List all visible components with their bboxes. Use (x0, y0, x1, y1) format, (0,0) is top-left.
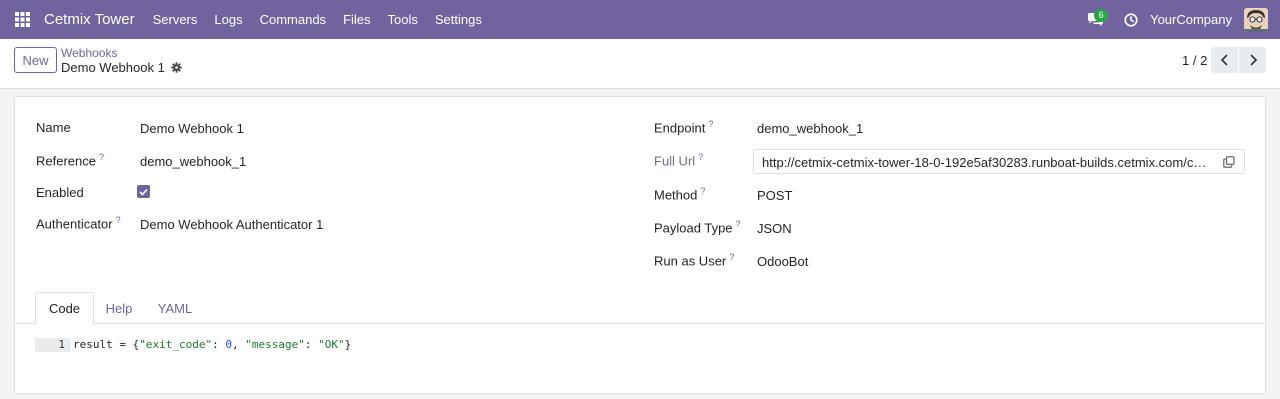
activity-menu-button[interactable] (1120, 0, 1142, 39)
pager-next-button[interactable] (1239, 47, 1266, 73)
line-number: 1 (35, 338, 71, 352)
app-name[interactable]: Cetmix Tower (44, 11, 135, 28)
breadcrumb-parent-webhooks[interactable]: Webhooks (61, 46, 117, 60)
help-tooltip-icon[interactable]: ? (729, 252, 734, 262)
notification-count-badge: 6 (1094, 9, 1109, 22)
method-field[interactable]: POST (757, 188, 792, 203)
reference-label: Reference? (36, 152, 104, 169)
tab-yaml[interactable]: YAML (153, 292, 197, 324)
clock-icon (1124, 12, 1138, 27)
new-record-button[interactable]: New (14, 47, 57, 73)
enabled-label: Enabled (36, 185, 84, 200)
company-switcher[interactable]: YourCompany (1150, 12, 1232, 27)
name-label: Name (36, 120, 71, 135)
form-sheet: Name Demo Webhook 1 Reference? demo_webh… (14, 96, 1266, 394)
control-panel: New Webhooks Demo Webhook 1 1 / 2 (0, 39, 1280, 89)
record-title: Demo Webhook 1 (61, 60, 165, 75)
menu-item-commands[interactable]: Commands (260, 12, 326, 27)
menu-item-tools[interactable]: Tools (388, 12, 418, 27)
breadcrumb-current: Demo Webhook 1 (61, 60, 182, 75)
help-tooltip-icon[interactable]: ? (700, 186, 705, 196)
full-url-value: http://cetmix-cetmix-tower-18-0-192e5af3… (762, 155, 1210, 170)
code-editor-line[interactable]: 1 result = {"exit_code": 0, "message": "… (35, 338, 351, 352)
run-as-user-field[interactable]: OdooBot (757, 254, 808, 269)
endpoint-label: Endpoint? (654, 119, 714, 136)
code-content[interactable]: result = {"exit_code": 0, "message": "OK… (73, 338, 351, 352)
messaging-menu-button[interactable]: 6 (1080, 0, 1110, 39)
main-menu: Servers Logs Commands Files Tools Settin… (153, 12, 499, 27)
full-url-field[interactable]: http://cetmix-cetmix-tower-18-0-192e5af3… (753, 149, 1245, 174)
checkmark-icon (139, 188, 148, 196)
authenticator-field[interactable]: Demo Webhook Authenticator 1 (140, 217, 323, 232)
menu-item-files[interactable]: Files (343, 12, 370, 27)
help-tooltip-icon[interactable]: ? (736, 219, 741, 229)
help-tooltip-icon[interactable]: ? (99, 152, 104, 162)
method-label: Method? (654, 186, 706, 203)
payload-type-label: Payload Type? (654, 219, 741, 236)
apps-menu-icon[interactable] (0, 0, 44, 39)
copy-icon[interactable] (1223, 156, 1235, 171)
gear-icon[interactable] (171, 62, 182, 73)
full-url-label: Full Url? (654, 152, 704, 169)
tab-help[interactable]: Help (99, 292, 139, 324)
run-as-user-label: Run as User? (654, 252, 735, 269)
user-avatar[interactable] (1244, 7, 1268, 32)
pager-value[interactable]: 1 / 2 (1182, 53, 1207, 68)
pager-previous-button[interactable] (1211, 47, 1238, 73)
help-tooltip-icon[interactable]: ? (708, 119, 713, 129)
enabled-checkbox[interactable] (137, 185, 150, 198)
menu-item-logs[interactable]: Logs (214, 12, 242, 27)
menu-item-settings[interactable]: Settings (435, 12, 482, 27)
chevron-left-icon (1220, 54, 1228, 66)
endpoint-field[interactable]: demo_webhook_1 (757, 121, 863, 136)
chevron-right-icon (1249, 54, 1257, 66)
help-tooltip-icon[interactable]: ? (116, 215, 121, 225)
payload-type-field[interactable]: JSON (757, 221, 792, 236)
authenticator-label: Authenticator? (36, 215, 121, 232)
top-navbar: Cetmix Tower Servers Logs Commands Files… (0, 0, 1280, 39)
navbar-systray: 6 YourCompany (1080, 0, 1280, 39)
pager-buttons (1211, 47, 1266, 73)
notebook-tabs: Code Help YAML (15, 292, 1265, 325)
reference-field[interactable]: demo_webhook_1 (140, 154, 246, 169)
name-field[interactable]: Demo Webhook 1 (140, 121, 244, 136)
tab-code[interactable]: Code (35, 292, 94, 325)
menu-item-servers[interactable]: Servers (153, 12, 198, 27)
help-tooltip-icon[interactable]: ? (698, 152, 703, 162)
